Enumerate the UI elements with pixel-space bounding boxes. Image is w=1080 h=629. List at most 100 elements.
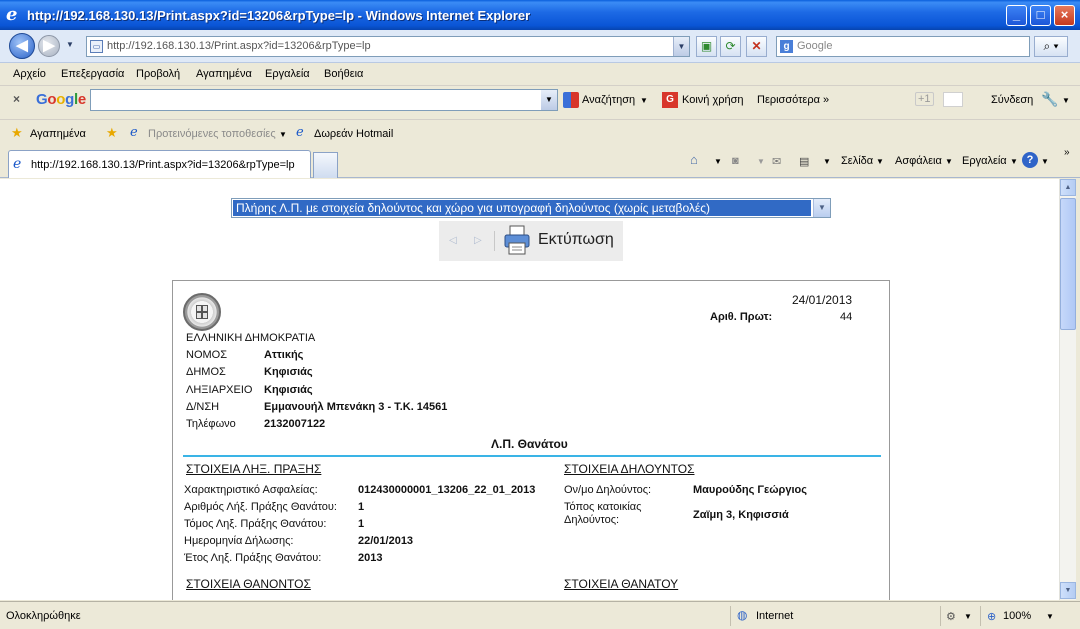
tab-current[interactable]: e http://192.168.130.13/Print.aspx?id=13… [8, 150, 311, 178]
search-button[interactable]: ⌕ ▾ [1034, 36, 1068, 57]
feeds-icon[interactable]: ◙ [732, 155, 739, 167]
menu-tools[interactable]: Εργαλεία [265, 68, 310, 80]
toolbar-divider [494, 231, 495, 251]
hotmail-link[interactable]: Δωρεάν Hotmail [314, 128, 393, 140]
address-text: http://192.168.130.13/Print.aspx?id=1320… [107, 40, 371, 52]
printer-icon[interactable] [503, 224, 531, 256]
zoom-dropdown-icon[interactable]: ▼ [1046, 612, 1054, 621]
header-value: Αττικής [264, 349, 304, 361]
ie-logo-icon: e [6, 4, 18, 25]
print-icon[interactable]: ▤ [799, 155, 809, 168]
signin-button[interactable]: Σύνδεση [991, 94, 1033, 106]
tools-menu[interactable]: Εργαλεία [962, 155, 1007, 167]
search-input[interactable]: g Google [776, 36, 1030, 57]
header-value: Εμμανουήλ Μπενάκη 3 - Τ.Κ. 14561 [264, 401, 448, 413]
mail-icon[interactable]: ✉ [772, 155, 781, 168]
declarant-address-label-2: Δηλούντος: [564, 514, 620, 526]
menu-help[interactable]: Βοήθεια [324, 68, 363, 80]
vertical-scrollbar[interactable]: ▲ ▼ [1059, 179, 1076, 600]
header-label: ΔΗΜΟΣ [186, 366, 226, 378]
print-toolbar: ◁ ▷ Εκτύπωση [439, 221, 623, 261]
page-content: Πλήρης Λ.Π. με στοιχεία δηλούντος και χώ… [0, 179, 1059, 600]
act-value: 22/01/2013 [358, 535, 414, 547]
safety-dropdown-icon[interactable]: ▼ [945, 157, 953, 166]
title-bar: e http://192.168.130.13/Print.aspx?id=13… [0, 0, 1080, 30]
select-dropdown-icon[interactable]: ▼ [813, 199, 830, 217]
act-label: Τόμος Ληξ. Πράξης Θανάτου: [184, 518, 327, 530]
google-search-button[interactable]: Αναζήτηση [582, 94, 635, 106]
act-label: Χαρακτηριστικό Ασφαλείας: [184, 484, 318, 496]
add-favorite-icon[interactable]: ★ [106, 125, 118, 141]
next-page-icon[interactable]: ▷ [474, 235, 482, 246]
google-search-dropdown-icon[interactable]: ▼ [541, 90, 557, 110]
new-tab-button[interactable] [313, 152, 338, 178]
address-dropdown-icon[interactable]: ▼ [673, 37, 689, 56]
share-button[interactable]: Κοινή χρήση [682, 94, 744, 106]
maximize-button[interactable]: □ [1030, 5, 1051, 26]
protected-mode-icon[interactable]: ⚙ [946, 610, 956, 623]
minimize-button[interactable]: _ [1006, 5, 1027, 26]
declarant-name-value: Μαυρούδης Γεώργιος [693, 484, 807, 496]
suggested-sites-dropdown-icon[interactable]: ▼ [279, 130, 287, 139]
favorites-button[interactable]: Αγαπημένα [30, 128, 86, 140]
stop-button[interactable]: ✕ [746, 36, 767, 57]
scroll-thumb[interactable] [1060, 198, 1076, 330]
back-button[interactable]: ◀ [9, 33, 35, 59]
internet-globe-icon: ◍ [737, 608, 748, 622]
act-label: Αριθμός Λήξ. Πράξης Θανάτου: [184, 501, 337, 513]
help-dropdown-icon[interactable]: ▼ [1041, 157, 1049, 166]
home-icon[interactable]: ⌂ [690, 152, 698, 167]
security-zone-text: Internet [756, 610, 794, 622]
wrench-icon[interactable]: 🔧 [1041, 91, 1058, 108]
menu-view[interactable]: Προβολή [136, 68, 180, 80]
navigation-bar: ◀ ▶ ▼ ▭ http://192.168.130.13/Print.aspx… [0, 30, 1080, 63]
act-value: 1 [358, 501, 365, 513]
close-button[interactable]: × [1054, 5, 1075, 26]
menu-file[interactable]: Αρχείο [13, 68, 46, 80]
print-label[interactable]: Εκτύπωση [538, 231, 614, 249]
plus-one-button[interactable]: +1 [915, 92, 934, 106]
chevron-right-icon[interactable]: » [1064, 147, 1070, 158]
address-bar[interactable]: ▭ http://192.168.130.13/Print.aspx?id=13… [86, 36, 690, 57]
help-icon[interactable]: ? [1022, 152, 1038, 168]
zoom-icon[interactable]: ⊕ [987, 610, 996, 623]
print-dropdown-icon[interactable]: ▼ [823, 157, 831, 166]
menu-edit[interactable]: Επεξεργασία [61, 68, 124, 80]
section-declarant-heading: ΣΤΟΙΧΕΙΑ ΔΗΛΟΥΝΤΟΣ [564, 462, 695, 476]
search-placeholder: Google [797, 40, 833, 52]
refresh-button[interactable]: ⟳ [720, 36, 741, 57]
scroll-down-arrow-icon[interactable]: ▼ [1060, 582, 1076, 599]
protected-mode-dropdown-icon[interactable]: ▼ [964, 612, 972, 621]
search-dropdown-icon[interactable]: ▼ [640, 96, 648, 105]
settings-dropdown-icon[interactable]: ▼ [1062, 96, 1070, 105]
tools-dropdown-icon[interactable]: ▼ [1010, 157, 1018, 166]
zoom-level[interactable]: 100% [1003, 610, 1031, 622]
previous-page-icon[interactable]: ◁ [449, 235, 457, 246]
scroll-up-arrow-icon[interactable]: ▲ [1060, 179, 1076, 196]
section-deceased-heading: ΣΤΟΙΧΕΙΑ ΘΑΝΟΝΤΟΣ [186, 577, 311, 591]
google-toolbar-close-icon[interactable]: × [13, 92, 20, 106]
feeds-dropdown-icon[interactable]: ▼ [757, 157, 765, 166]
more-button[interactable]: Περισσότερα » [757, 94, 829, 106]
report-date: 24/01/2013 [792, 293, 853, 307]
compatibility-icon[interactable]: ▣ [696, 36, 717, 57]
page-menu[interactable]: Σελίδα [841, 155, 873, 167]
page-dropdown-icon[interactable]: ▼ [876, 157, 884, 166]
header-label: Τηλέφωνο [186, 418, 236, 430]
google-logo: Google [36, 91, 86, 108]
recent-pages-dropdown-icon[interactable]: ▼ [66, 40, 74, 49]
suggested-sites-link[interactable]: Προτεινόμενες τοποθεσίες [148, 128, 276, 140]
report-type-select[interactable]: Πλήρης Λ.Π. με στοιχεία δηλούντος και χώ… [231, 198, 831, 218]
forward-button[interactable]: ▶ [38, 35, 60, 57]
hotmail-icon: e [296, 125, 304, 140]
act-value: 2013 [358, 552, 383, 564]
google-search-input[interactable]: ▼ [90, 89, 558, 111]
safety-menu[interactable]: Ασφάλεια [895, 155, 942, 167]
state-name: ΕΛΛΗΝΙΚΗ ΔΗΜΟΚΡΑΤΙΑ [186, 332, 316, 344]
section-act-heading: ΣΤΟΙΧΕΙΑ ΛΗΞ. ΠΡΑΞΗΣ [186, 462, 322, 476]
header-label: Δ/ΝΣΗ [186, 401, 220, 413]
home-dropdown-icon[interactable]: ▼ [714, 157, 722, 166]
menu-favorites[interactable]: Αγαπημένα [196, 68, 252, 80]
document-title: Λ.Π. Θανάτου [491, 437, 568, 451]
tab-title: http://192.168.130.13/Print.aspx?id=1320… [31, 159, 295, 171]
